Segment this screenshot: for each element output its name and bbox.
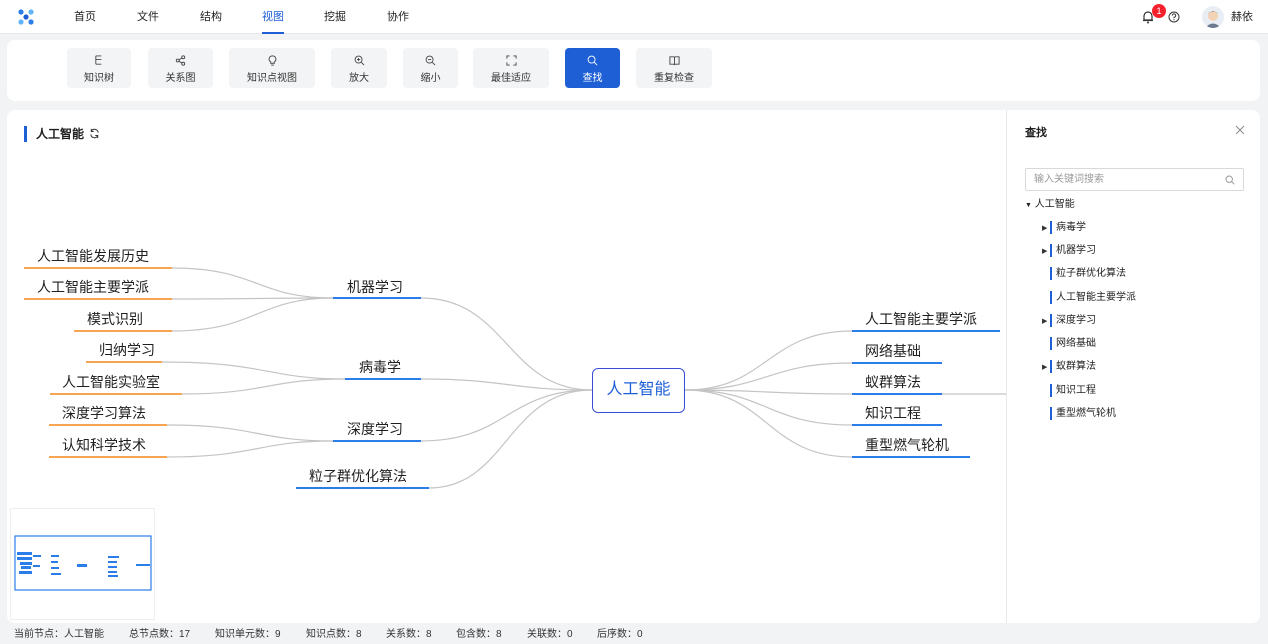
zoom-out-button[interactable]: 缩小 — [403, 48, 458, 88]
tree-item-label: 粒子群优化算法 — [1056, 268, 1126, 280]
nav-structure[interactable]: 结构 — [200, 0, 222, 34]
nav-home[interactable]: 首页 — [74, 0, 96, 34]
mindmap-node[interactable]: 人工智能主要学派 — [37, 278, 149, 296]
duplicate-check-label: 重复检查 — [654, 73, 694, 84]
caret-down-icon[interactable]: ▼ — [1025, 202, 1032, 209]
zoom-in-icon — [354, 55, 364, 66]
status-current-node: 当前节点：人工智能 — [14, 629, 104, 640]
tree-item[interactable]: ▶ 深度学习 — [1042, 314, 1096, 328]
top-nav: 首页 文件 结构 视图 挖掘 协作 1 赫依 — [0, 0, 1268, 34]
minimap[interactable] — [10, 508, 155, 620]
relation-graph-label: 关系图 — [165, 73, 196, 84]
avatar[interactable] — [1202, 6, 1224, 28]
mindmap-node[interactable]: 认知科学技术 — [62, 436, 146, 454]
mindmap-node[interactable]: 模式识别 — [87, 310, 143, 328]
search-input[interactable] — [1026, 169, 1216, 190]
duplicate-check-button[interactable]: 重复检查 — [636, 48, 712, 88]
tree-item[interactable]: 重型燃气轮机 — [1042, 407, 1116, 421]
zoom-out-label: 缩小 — [420, 73, 441, 84]
find-button[interactable]: 查找 — [565, 48, 620, 88]
find-label: 查找 — [582, 73, 603, 84]
status-contains: 包含数：8 — [456, 629, 502, 640]
search-icon — [587, 55, 598, 66]
mindmap-branch-node[interactable]: 粒子群优化算法 — [309, 467, 407, 485]
best-fit-button[interactable]: 最佳适应 — [473, 48, 549, 88]
tree-item-label: 重型燃气轮机 — [1056, 408, 1116, 420]
tree-item[interactable]: ▶ 蚁群算法 — [1042, 360, 1096, 374]
mindmap-branch-node[interactable]: 知识工程 — [865, 404, 921, 422]
mindmap-branch-node[interactable]: 机器学习 — [347, 278, 403, 296]
caret-right-icon[interactable]: ▶ — [1042, 315, 1050, 329]
tree-item[interactable]: ▶ 机器学习 — [1042, 244, 1096, 258]
mindmap-branch-node[interactable]: 病毒学 — [359, 358, 401, 376]
tree-item[interactable]: 粒子群优化算法 — [1042, 267, 1126, 281]
status-bar: 当前节点：人工智能 总节点数：17 知识单元数：9 知识点数：8 关系数：8 包… — [0, 626, 1268, 644]
status-sequences: 后序数：0 — [597, 629, 643, 640]
caret-right-icon[interactable]: ▶ — [1042, 245, 1050, 259]
tree-item-label: 深度学习 — [1056, 315, 1096, 327]
nav-mining[interactable]: 挖掘 — [324, 0, 346, 34]
tree-root-item[interactable]: ▼ 人工智能 — [1025, 198, 1075, 212]
tree-item-label: 病毒学 — [1056, 222, 1086, 234]
mindmap-canvas[interactable]: 人工智能 人工智能发展历史 人工智能主要学派 模式识别 归纳学习 人工智能实验室… — [7, 110, 1006, 623]
status-relations: 关系数：8 — [386, 629, 432, 640]
status-knowledge-units: 知识单元数：9 — [215, 629, 281, 640]
caret-right-icon[interactable]: ▶ — [1042, 361, 1050, 375]
nav-file[interactable]: 文件 — [137, 0, 159, 34]
search-icon[interactable] — [1225, 175, 1235, 185]
mindmap-node[interactable]: 人工智能实验室 — [62, 373, 160, 391]
tree-item-label: 知识工程 — [1056, 385, 1096, 397]
status-knowledge-points: 知识点数：8 — [306, 629, 362, 640]
fit-screen-icon — [505, 55, 517, 66]
relation-graph-button[interactable]: 关系图 — [148, 48, 213, 88]
mindmap-root-node[interactable]: 人工智能 — [592, 368, 685, 413]
app-logo-icon[interactable] — [17, 8, 35, 26]
tree-item-label: 蚁群算法 — [1056, 361, 1096, 373]
book-check-icon — [668, 56, 680, 66]
best-fit-label: 最佳适应 — [491, 73, 531, 84]
tree-item-label: 机器学习 — [1056, 245, 1096, 257]
mindmap-node[interactable]: 深度学习算法 — [62, 404, 146, 422]
knowledge-point-view-button[interactable]: 知识点视图 — [229, 48, 315, 88]
status-total-nodes: 总节点数：17 — [129, 629, 191, 640]
knowledge-point-view-label: 知识点视图 — [247, 73, 297, 84]
status-associations: 关联数：0 — [527, 629, 573, 640]
notification-badge: 1 — [1152, 4, 1166, 18]
help-icon[interactable] — [1168, 11, 1180, 23]
search-field — [1025, 168, 1244, 191]
mindmap-branch-node[interactable]: 深度学习 — [347, 420, 403, 438]
minimap-preview — [14, 535, 152, 591]
tree-item-label: 网络基础 — [1056, 338, 1096, 350]
tree-root-label: 人工智能 — [1034, 199, 1075, 210]
mindmap-branch-node[interactable]: 重型燃气轮机 — [865, 436, 949, 454]
zoom-out-icon — [425, 55, 436, 66]
mindmap-node[interactable]: 人工智能发展历史 — [37, 247, 149, 265]
zoom-in-label: 放大 — [349, 73, 369, 84]
zoom-in-button[interactable]: 放大 — [331, 48, 387, 88]
tree-item[interactable]: 人工智能主要学派 — [1042, 291, 1136, 305]
mindmap-branch-node[interactable]: 人工智能主要学派 — [865, 310, 977, 328]
search-panel-title: 查找 — [1025, 127, 1047, 139]
view-toolbar: 知识树 关系图 知识点视图 放大 缩小 最佳适应 查找 重复检查 — [7, 40, 1260, 101]
caret-right-icon[interactable]: ▶ — [1042, 222, 1050, 236]
close-icon[interactable] — [1235, 125, 1245, 135]
tree-item[interactable]: ▶ 病毒学 — [1042, 221, 1086, 235]
nav-view[interactable]: 视图 — [262, 0, 284, 34]
knowledge-tree-label: 知识树 — [84, 73, 114, 84]
tree-icon — [94, 55, 101, 65]
share-graph-icon — [175, 55, 186, 66]
mindmap-branch-node[interactable]: 网络基础 — [865, 342, 921, 360]
bulb-icon — [268, 55, 276, 66]
tree-item[interactable]: 网络基础 — [1042, 337, 1096, 351]
mindmap-branch-node[interactable]: 蚁群算法 — [865, 373, 921, 391]
tree-item-label: 人工智能主要学派 — [1056, 292, 1136, 304]
search-panel: 查找 ▼ 人工智能 ▶ 病毒学 ▶ 机器学习 粒子群优化算法 人工智能主要学派 ▶ 深… — [1006, 110, 1260, 623]
username[interactable]: 赫依 — [1231, 0, 1253, 34]
knowledge-tree-button[interactable]: 知识树 — [67, 48, 131, 88]
nav-collaboration[interactable]: 协作 — [387, 0, 409, 34]
mindmap-node[interactable]: 归纳学习 — [99, 341, 155, 359]
mindmap-connectors — [24, 267, 1006, 489]
tree-item[interactable]: 知识工程 — [1042, 384, 1096, 398]
